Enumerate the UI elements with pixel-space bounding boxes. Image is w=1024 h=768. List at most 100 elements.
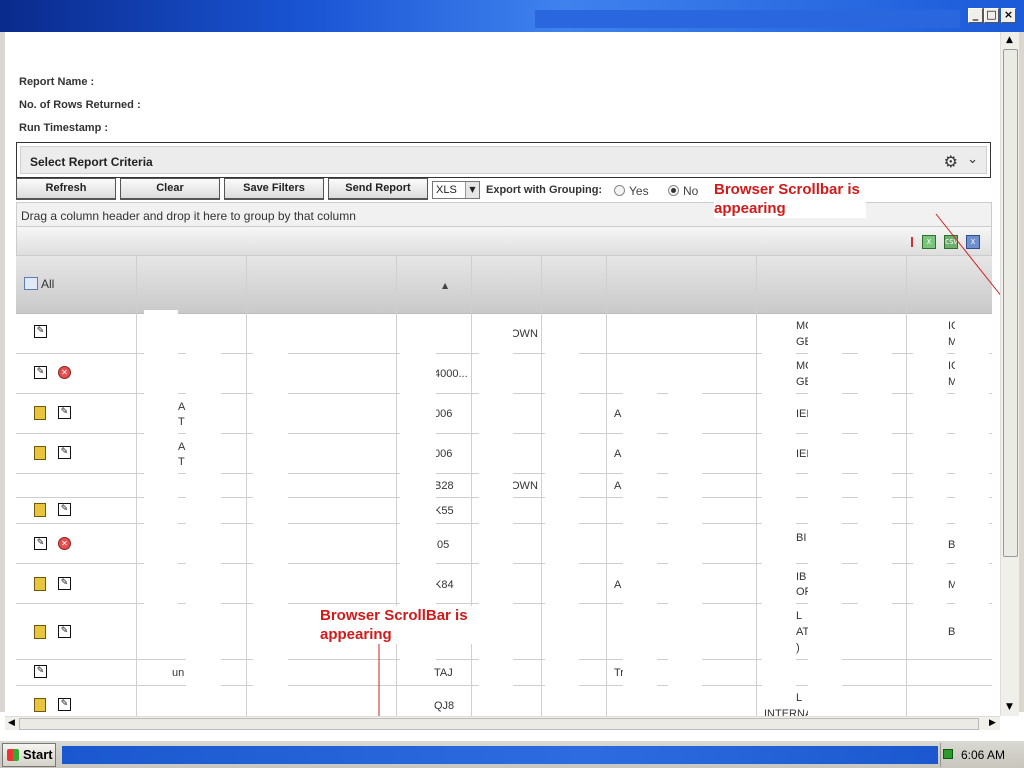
vertical-scroll-thumb[interactable]	[1003, 49, 1018, 557]
send-report-button[interactable]: Send Report	[328, 178, 428, 200]
excel-export-icon[interactable]: X	[922, 235, 936, 249]
column-divider	[541, 256, 542, 716]
export-grouping-yes-label: Yes	[629, 184, 649, 198]
xml-export-icon[interactable]: X	[966, 235, 980, 249]
sort-ascending-icon[interactable]: ▲	[442, 281, 448, 290]
table-cell: QJ8	[434, 700, 455, 712]
column-divider	[471, 256, 472, 716]
edit-icon[interactable]: ✎	[58, 406, 71, 419]
scroll-up-icon[interactable]: ▲	[1006, 35, 1013, 45]
redaction-block	[858, 316, 892, 648]
table-cell: K84	[434, 579, 454, 591]
report-criteria-panel[interactable]: Select Report Criteria ⚙ ⌄	[16, 142, 991, 178]
gear-icon[interactable]: ⚙	[944, 152, 958, 171]
column-header[interactable]	[246, 256, 396, 314]
export-format-select[interactable]: XLS ▼	[432, 181, 480, 199]
edit-icon[interactable]: ✎	[58, 577, 71, 590]
table-cell: A	[614, 408, 622, 420]
note-icon[interactable]	[34, 625, 46, 639]
note-icon[interactable]	[34, 406, 46, 420]
table-cell: B28	[434, 480, 454, 492]
scroll-down-icon[interactable]: ▼	[1006, 702, 1013, 712]
table-cell: )	[796, 642, 800, 654]
minimize-button[interactable]: _	[968, 8, 983, 23]
annotation-top-line2: appearing	[714, 200, 786, 217]
column-header[interactable]	[541, 256, 606, 314]
column-header[interactable]	[906, 256, 992, 314]
windows-logo-icon	[7, 749, 19, 761]
table-cell: A	[178, 401, 186, 413]
window-frame-left	[0, 32, 5, 712]
table-cell: L	[796, 692, 803, 704]
table-cell: A	[614, 480, 622, 492]
edit-icon[interactable]: ✎	[34, 665, 47, 678]
note-icon[interactable]	[34, 446, 46, 460]
title-bar-highlight	[535, 10, 960, 28]
clock[interactable]: 6:06 AM	[961, 748, 1005, 762]
table-cell: OWN	[511, 480, 538, 492]
dropdown-arrow-icon[interactable]: ▼	[465, 182, 479, 198]
column-header-sorted[interactable]	[396, 256, 471, 314]
edit-icon[interactable]: ✎	[34, 537, 47, 550]
delete-icon[interactable]: ✕	[58, 537, 71, 550]
note-icon[interactable]	[34, 577, 46, 591]
edit-icon[interactable]: ✎	[34, 366, 47, 379]
redaction-block	[144, 310, 178, 630]
table-cell: A	[178, 441, 186, 453]
table-cell: T	[178, 456, 185, 468]
column-header[interactable]	[606, 256, 756, 314]
column-header[interactable]	[756, 256, 906, 314]
start-label: Start	[23, 747, 53, 762]
criteria-title: Select Report Criteria	[30, 155, 153, 169]
note-icon[interactable]	[34, 503, 46, 517]
export-grouping-yes-radio[interactable]	[614, 185, 625, 196]
table-cell: A	[614, 448, 622, 460]
column-divider	[396, 256, 397, 716]
annotation-top-line1: Browser Scrollbar is	[714, 181, 860, 198]
group-by-hint: Drag a column header and drop it here to…	[21, 209, 356, 223]
redaction-block	[955, 314, 989, 644]
select-all-toggle[interactable]: All	[24, 277, 54, 291]
scroll-left-icon[interactable]: ◀	[8, 718, 15, 728]
refresh-button[interactable]: Refresh	[16, 178, 116, 200]
column-header[interactable]	[471, 256, 541, 314]
save-filters-button[interactable]: Save Filters	[224, 178, 324, 200]
delete-icon[interactable]: ✕	[58, 366, 71, 379]
horizontal-scrollbar[interactable]: ◀ ▶	[5, 716, 1000, 730]
system-tray: 6:06 AM	[940, 743, 1024, 767]
redaction-block	[623, 390, 657, 690]
edit-icon[interactable]: ✎	[58, 698, 71, 711]
chevron-down-icon[interactable]: ⌄	[967, 152, 978, 167]
note-icon[interactable]	[34, 698, 46, 712]
redaction-block	[668, 392, 702, 694]
table-cell: A	[614, 579, 622, 591]
export-grouping-no-radio[interactable]	[668, 185, 679, 196]
taskbar-programs-area[interactable]	[62, 746, 938, 764]
horizontal-scroll-thumb[interactable]	[19, 718, 979, 730]
column-divider	[136, 256, 137, 716]
csv-export-icon[interactable]: CSV	[944, 235, 958, 249]
edit-icon[interactable]: ✎	[58, 503, 71, 516]
clear-button[interactable]: Clear	[120, 178, 220, 200]
network-icon[interactable]	[943, 749, 953, 759]
table-cell: 006	[434, 448, 453, 460]
close-button[interactable]: ×	[1001, 8, 1016, 23]
column-divider	[756, 256, 757, 716]
table-cell: L	[796, 610, 803, 622]
redaction-block	[762, 318, 796, 694]
edit-icon[interactable]: ✎	[58, 446, 71, 459]
vertical-scrollbar[interactable]: ▲ ▼	[1000, 32, 1019, 716]
select-all-label: All	[41, 277, 55, 291]
column-header[interactable]	[136, 256, 246, 314]
rows-returned-label: No. of Rows Returned :	[19, 99, 141, 111]
maximize-button[interactable]: □	[984, 8, 999, 23]
edit-icon[interactable]: ✎	[34, 325, 47, 338]
table-cell: 006	[434, 408, 453, 420]
scroll-right-icon[interactable]: ▶	[989, 718, 996, 728]
table-cell: T	[178, 416, 185, 428]
start-button[interactable]: Start	[2, 743, 56, 767]
redaction-block	[479, 320, 513, 712]
table-cell: 4000...	[434, 368, 468, 380]
annotation-bottom-line1: Browser ScrollBar is	[320, 607, 468, 624]
edit-icon[interactable]: ✎	[58, 625, 71, 638]
